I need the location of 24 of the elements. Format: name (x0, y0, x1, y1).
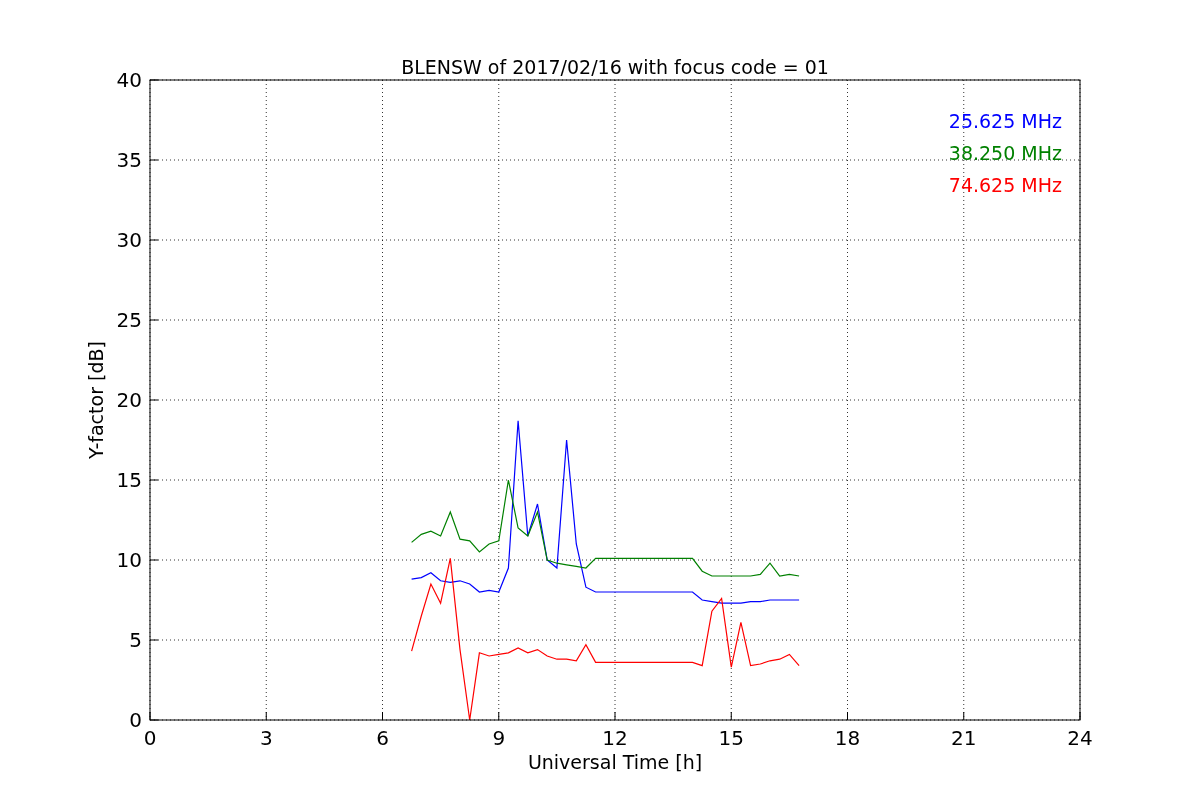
y-tick-label: 35 (116, 148, 142, 172)
x-tick-label: 15 (718, 726, 744, 750)
y-axis-label: Y-factor [dB] (85, 341, 107, 459)
y-tick-label: 25 (116, 308, 142, 332)
x-tick-label: 6 (376, 726, 389, 750)
x-tick-label: 24 (1067, 726, 1093, 750)
y-tick-label: 15 (116, 468, 142, 492)
x-tick-label: 21 (951, 726, 977, 750)
x-tick-label: 12 (602, 726, 628, 750)
x-tick-label: 18 (834, 726, 861, 750)
y-tick-label: 0 (129, 708, 142, 732)
legend-label: 38.250 MHz (948, 142, 1062, 164)
y-tick-label: 30 (116, 228, 142, 252)
x-axis-label: Universal Time [h] (527, 751, 703, 773)
y-tick-label: 5 (129, 628, 142, 652)
x-tick-label: 3 (259, 726, 273, 750)
legend-label: 74.625 MHz (948, 174, 1062, 196)
y-tick-label: 10 (116, 548, 142, 572)
x-tick-label: 9 (492, 726, 506, 750)
x-tick-label: 0 (143, 726, 157, 750)
chart-title: BLENSW of 2017/02/16 with focus code = 01 (401, 56, 829, 78)
y-tick-label: 40 (116, 68, 142, 92)
y-tick-label: 20 (116, 388, 142, 412)
legend-label: 25.625 MHz (948, 110, 1062, 132)
